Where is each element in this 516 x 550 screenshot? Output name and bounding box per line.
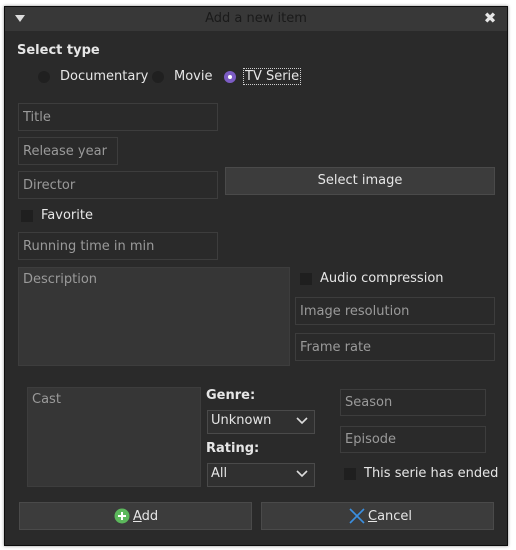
director-field[interactable]: [18, 171, 218, 199]
checkbox-box[interactable]: [300, 273, 312, 285]
cancel-mnemonic: C: [368, 509, 378, 524]
frame-rate-input[interactable]: [296, 334, 494, 360]
release-year-field[interactable]: [18, 137, 118, 165]
genre-value: Unknown: [211, 413, 272, 428]
checkbox-label: This serie has ended: [364, 466, 499, 481]
release-year-input[interactable]: [19, 138, 117, 164]
radio-tv-serie[interactable]: TV Serie: [224, 68, 302, 87]
plus-circle-icon: [114, 508, 130, 524]
radio-documentary[interactable]: Documentary: [38, 69, 148, 87]
rating-select[interactable]: All: [207, 463, 315, 487]
episode-input[interactable]: [341, 427, 485, 452]
season-field[interactable]: [340, 389, 486, 416]
cancel-label: Cancel: [368, 509, 412, 524]
frame-rate-field[interactable]: [295, 333, 495, 361]
radio-button[interactable]: [152, 71, 164, 83]
checkbox-label: Favorite: [41, 208, 93, 223]
audio-compression-checkbox[interactable]: Audio compression: [300, 271, 450, 287]
title-field[interactable]: [18, 103, 218, 131]
description-field[interactable]: [18, 267, 290, 366]
add-label: Add: [133, 509, 158, 524]
add-label-rest: dd: [141, 509, 159, 524]
add-button[interactable]: Add: [19, 502, 252, 530]
running-time-input[interactable]: [19, 233, 217, 259]
checkbox-box[interactable]: [344, 468, 356, 480]
favorite-checkbox[interactable]: Favorite: [21, 208, 101, 224]
description-textarea[interactable]: [19, 268, 289, 365]
title-input[interactable]: [19, 104, 217, 130]
radio-movie[interactable]: Movie: [152, 69, 218, 87]
image-resolution-input[interactable]: [296, 298, 494, 324]
add-item-dialog: Add a new item ✖ Select type Documentary…: [4, 6, 508, 546]
image-resolution-field[interactable]: [295, 297, 495, 325]
genre-select[interactable]: Unknown: [207, 410, 315, 434]
running-time-field[interactable]: [18, 232, 218, 260]
serie-ended-checkbox[interactable]: This serie has ended: [344, 466, 498, 482]
cross-icon: [349, 508, 365, 524]
radio-button[interactable]: [38, 71, 50, 83]
window-title: Add a new item: [205, 11, 307, 26]
cast-textarea[interactable]: [28, 388, 200, 486]
radio-label: Documentary: [60, 69, 149, 84]
rating-label: Rating:: [206, 441, 260, 456]
title-bar: Add a new item ✖: [5, 7, 507, 31]
checkbox-label: Audio compression: [320, 271, 444, 286]
chevron-down-icon: [296, 417, 308, 425]
cancel-label-rest: ancel: [377, 509, 413, 524]
cancel-button[interactable]: Cancel: [261, 502, 494, 530]
radio-label: TV Serie: [243, 68, 302, 85]
radio-label: Movie: [174, 69, 213, 84]
close-icon[interactable]: ✖: [483, 10, 497, 26]
director-input[interactable]: [19, 172, 217, 198]
cast-field[interactable]: [27, 387, 201, 487]
add-mnemonic: A: [133, 509, 142, 524]
rating-value: All: [211, 466, 228, 481]
genre-label: Genre:: [206, 388, 256, 403]
chevron-down-icon: [296, 470, 308, 478]
select-type-label: Select type: [17, 43, 100, 58]
checkbox-box[interactable]: [21, 210, 33, 222]
season-input[interactable]: [341, 390, 485, 415]
radio-button-selected[interactable]: [224, 71, 236, 83]
select-image-button[interactable]: Select image: [225, 167, 495, 195]
episode-field[interactable]: [340, 426, 486, 453]
